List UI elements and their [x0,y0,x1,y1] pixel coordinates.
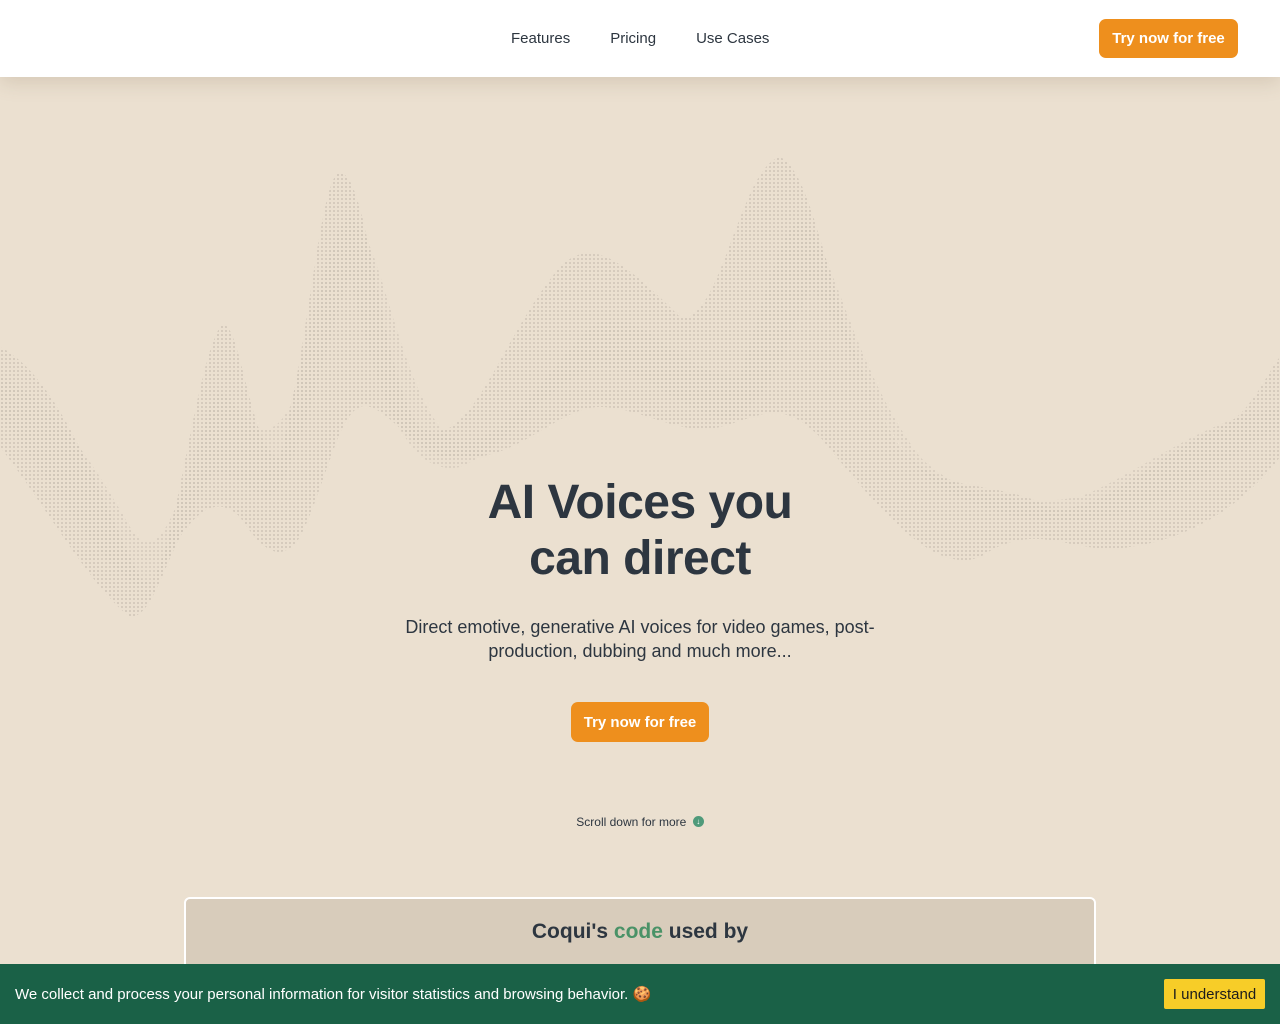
nav-link-pricing[interactable]: Pricing [610,30,656,47]
cookie-text: We collect and process your personal inf… [15,986,652,1003]
used-by-prefix: Coqui's [531,920,609,943]
info-circle-icon: ↓ [692,816,704,827]
nav-link-features[interactable]: Features [511,30,570,47]
cookie-accept-button[interactable]: I understand [1164,979,1265,1009]
sound-wave-graphic [0,157,1280,617]
scroll-hint[interactable]: Scroll down for more ↓ [0,815,1280,829]
scroll-hint-text: Scroll down for more [576,815,687,829]
hero-title: AI Voices you can direct [0,475,1280,587]
header-try-free-button[interactable]: Try now for free [1099,19,1238,58]
used-by-suffix: used by [668,920,749,943]
hero-title-line-2: can direct [529,532,751,585]
main-nav: Features Pricing Use Cases [511,30,769,47]
hero-try-free-button[interactable]: Try now for free [571,702,709,742]
used-by-accent: code [613,920,663,943]
nav-link-use-cases[interactable]: Use Cases [696,30,769,47]
hero-title-line-1: AI Voices you [487,476,793,529]
hero-subtitle: Direct emotive, generative AI voices for… [405,617,875,661]
cookie-banner: We collect and process your personal inf… [0,964,1280,1024]
used-by-heading: Coqui's code used by [0,920,1280,944]
top-navigation-bar: Features Pricing Use Cases Try now for f… [0,0,1280,77]
